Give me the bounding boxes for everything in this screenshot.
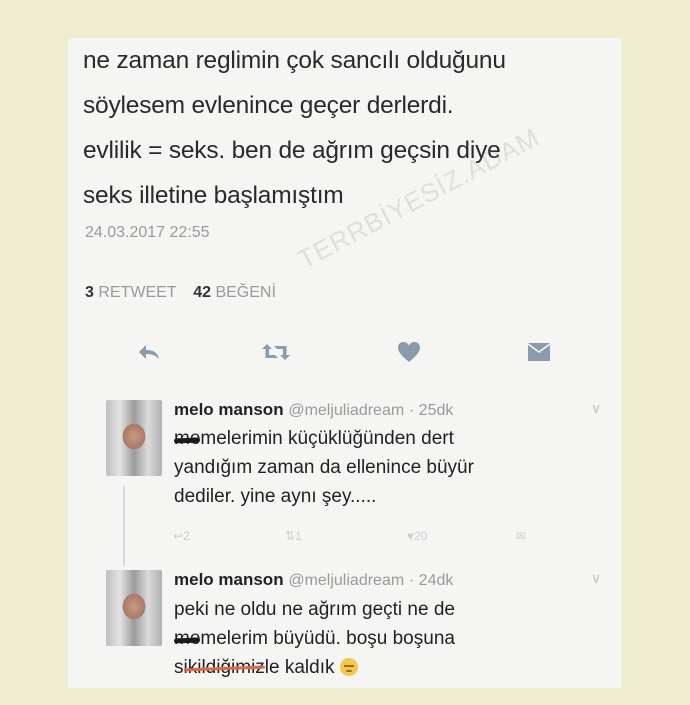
tweet-stats: 3 RETWEET 42 BEĞENİ [85, 284, 276, 302]
like-label[interactable]: BEĞENİ [215, 284, 275, 301]
reply-time: · 24dk [408, 572, 454, 589]
pensive-face-icon [339, 658, 358, 676]
reply-text: memelerimin küçüklüğünden dert yandığım … [174, 424, 474, 511]
retweet-icon [262, 344, 290, 360]
retweet-button[interactable] [261, 338, 291, 366]
tweet-text-line: ne zaman reglimin çok sancılı olduğunu [83, 47, 506, 74]
author-handle[interactable]: @meljuliadream [288, 572, 404, 589]
reply-text-line: peki ne oldu ne ağrım geçti ne de [174, 599, 455, 620]
retweet-count: 1 [295, 529, 302, 543]
avatar[interactable] [106, 570, 162, 646]
like-count: 20 [414, 529, 428, 543]
tweet-text-line: seks illetine başlamıştım [83, 182, 344, 209]
reply-author[interactable]: melo manson @meljuliadream · 25dk [174, 400, 453, 420]
tweet-timestamp: 24.03.2017 22:55 [85, 224, 210, 241]
reply-text-line: sikildiğimizle kaldık [174, 653, 455, 682]
like-button[interactable] [394, 338, 424, 366]
like-button[interactable]: ♥ 20 [407, 529, 427, 543]
reply-text-line: yandığım zaman da ellenince büyür [174, 457, 474, 478]
dm-button[interactable]: ✉ [516, 529, 526, 543]
retweet-button[interactable]: ⇅ 1 [285, 529, 302, 543]
retweet-label[interactable]: RETWEET [98, 284, 176, 301]
tweet-text-line: söylesem evlenince geçer derlerdi. [83, 92, 454, 119]
redacted-text: me [174, 424, 200, 453]
redacted-text: ikildiğimiz [184, 653, 265, 682]
reply-text-line: memelerimin küçüklüğünden dert [174, 424, 474, 453]
like-count[interactable]: 42 [193, 284, 211, 301]
reply-text-line: memelerim büyüdü. boşu boşuna [174, 624, 455, 653]
reply-button[interactable]: ↩ 2 [173, 529, 190, 543]
tweet-screenshot-card: ne zaman reglimin çok sancılı olduğunu s… [68, 38, 621, 688]
tweet-action-bar [68, 338, 621, 368]
reply-text-fragment: le kaldık [264, 657, 335, 678]
dm-icon [528, 343, 550, 361]
reply-time: · 25dk [408, 402, 454, 419]
chevron-down-icon[interactable]: ∨ [591, 570, 601, 587]
avatar[interactable] [106, 400, 162, 476]
chevron-down-icon[interactable]: ∨ [591, 400, 601, 417]
reply-text-line: dediler. yine aynı şey..... [174, 486, 377, 507]
reply-icon [139, 345, 159, 359]
author-handle[interactable]: @meljuliadream [288, 402, 404, 419]
retweet-count[interactable]: 3 [85, 284, 94, 301]
reply-text: peki ne oldu ne ağrım geçti ne de memele… [174, 595, 455, 682]
reply-button[interactable] [134, 338, 164, 366]
author-name[interactable]: melo manson [174, 570, 284, 589]
reply-count: 2 [183, 529, 190, 543]
author-name[interactable]: melo manson [174, 400, 284, 419]
reply-text-fragment: melerimin küçüklüğünden dert [200, 428, 454, 449]
thread-line [123, 486, 125, 566]
reply-author[interactable]: melo manson @meljuliadream · 24dk [174, 570, 453, 590]
reply-text-fragment: s [174, 657, 184, 678]
heart-icon [398, 342, 420, 362]
reply-text-fragment: melerim büyüdü. boşu boşuna [200, 628, 455, 649]
reply-action-bar: ↩ 2 ⇅ 1 ♥ 20 ✉ [168, 529, 538, 549]
redacted-text: me [174, 624, 200, 653]
direct-message-button[interactable] [524, 338, 554, 366]
